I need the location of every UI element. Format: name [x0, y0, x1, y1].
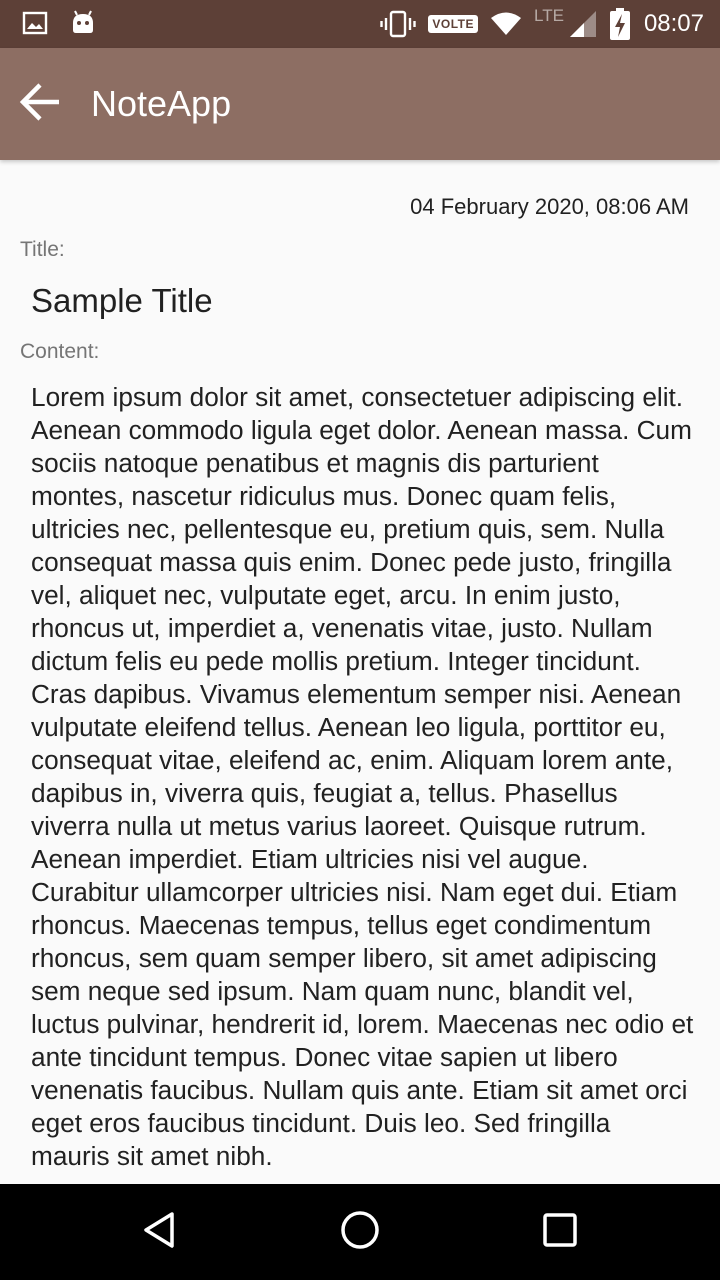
- navigation-bar: [0, 1184, 720, 1280]
- volte-badge: VOLTE: [428, 15, 479, 33]
- nav-recents-button[interactable]: [536, 1208, 584, 1256]
- image-icon: [22, 11, 48, 35]
- battery-charging-icon: [609, 8, 630, 40]
- status-time: 08:07: [643, 10, 704, 37]
- note-timestamp: 04 February 2020, 08:06 AM: [410, 194, 689, 219]
- app-bar: NoteApp: [0, 48, 720, 160]
- note-content-area[interactable]: 04 February 2020, 08:06 AM Title: Sample…: [0, 160, 720, 1184]
- vibrate-icon: [380, 10, 417, 38]
- note-title: Sample Title: [31, 282, 213, 319]
- recents-square-icon: [541, 1211, 579, 1254]
- wifi-icon: [490, 11, 522, 37]
- signal-icon: [568, 9, 598, 39]
- network-type-label: LTE: [534, 6, 564, 25]
- nav-home-button[interactable]: [336, 1208, 384, 1256]
- content-label: Content:: [20, 340, 100, 363]
- status-bar: VOLTE LTE 08:07: [0, 0, 720, 48]
- nav-back-button[interactable]: [136, 1208, 184, 1256]
- android-icon: [70, 10, 96, 36]
- back-button[interactable]: [18, 82, 62, 126]
- home-circle-icon: [339, 1209, 381, 1256]
- app-title: NoteApp: [91, 83, 232, 124]
- note-body: Lorem ipsum dolor sit amet, consectetuer…: [31, 382, 694, 1171]
- note-detail-screen: VOLTE LTE 08:07 NoteApp 04 February 2020…: [0, 0, 720, 1280]
- arrow-back-icon: [19, 81, 61, 128]
- title-label: Title:: [20, 238, 65, 261]
- back-triangle-icon: [140, 1210, 180, 1255]
